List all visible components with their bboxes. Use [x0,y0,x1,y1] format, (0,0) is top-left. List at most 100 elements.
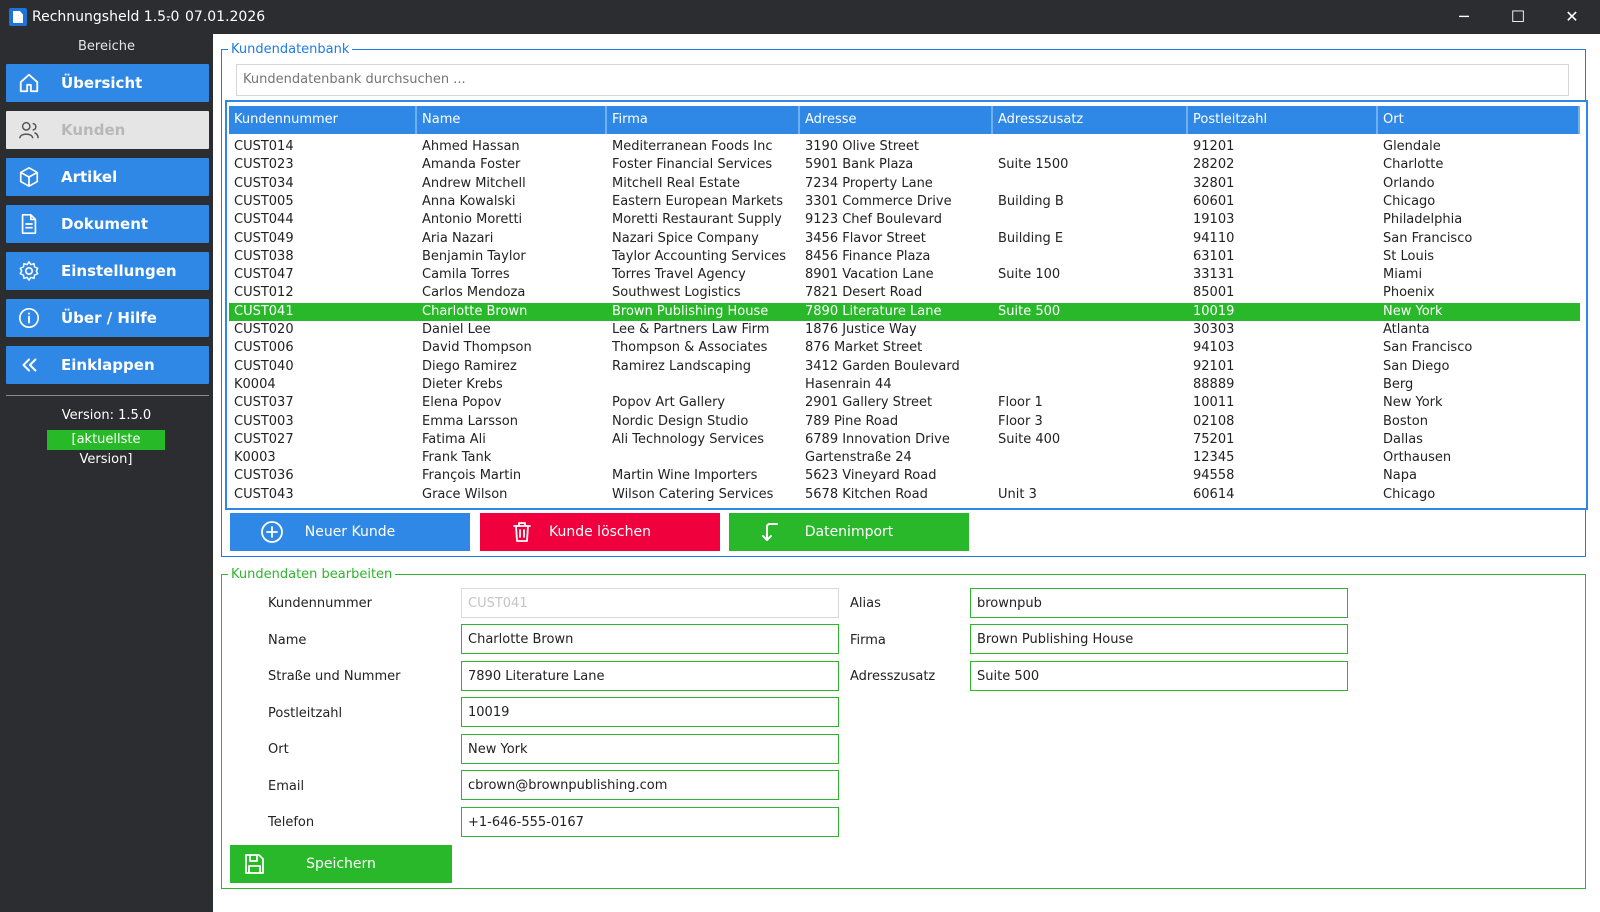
app-logo-icon [9,8,27,26]
table-cell: Andrew Mitchell [422,175,526,191]
sidebar-item-label: Kunden [61,121,126,139]
column-header-ort[interactable]: Ort [1378,106,1580,134]
column-header-adresszusatz[interactable]: Adresszusatz [993,106,1188,134]
table-row[interactable]: CUST003 Emma Larsson Nordic Design Studio 7… [229,413,1580,431]
email-input[interactable] [462,771,832,799]
table-row[interactable]: CUST047 Camila Torres Torres Travel Agency… [229,266,1580,284]
table-cell: Brown Publishing House [612,303,769,319]
table-cell: Taylor Accounting Services [612,248,787,264]
delete-customer-button[interactable]: Kunde löschen [480,513,720,551]
table-row[interactable]: CUST027 Fatima Ali Ali Technology Services… [229,431,1580,449]
adresszusatz-field [970,661,1348,691]
firma-field [970,624,1348,654]
label-adresszusatz: Adresszusatz [850,669,936,684]
table-cell: Nazari Spice Company [612,230,759,246]
table-cell: Ali Technology Services [612,431,765,447]
sidebar-item-einklappen[interactable]: Einklappen [6,346,209,384]
column-header-name[interactable]: Name [417,106,607,134]
table-row[interactable]: CUST041 Charlotte Brown Brown Publishing H… [229,302,1580,321]
sidebar-item-kunden[interactable]: Kunden [6,111,209,149]
table-cell: Daniel Lee [422,322,491,337]
table-row[interactable]: K0004 Dieter Krebs Hasenrain 44 88889 Berg [229,376,1580,394]
sidebar-item-uebersicht[interactable]: Übersicht [6,64,209,102]
table-row[interactable]: CUST020 Daniel Lee Lee & Partners Law Firm… [229,321,1580,339]
document-icon [21,214,37,234]
table-row[interactable]: CUST049 Aria Nazari Nazari Spice Company 34… [229,230,1580,248]
table-cell: Southwest Logistics [612,285,741,301]
table-cell: Orthausen [1383,450,1452,466]
data-import-button[interactable]: Datenimport [729,513,969,551]
table-cell: Anna Kowalski [422,193,516,209]
table-row[interactable]: K0003 Frank Tank Gartenstraße 24 12345 Ortha… [229,449,1580,467]
title-separator: - [166,9,172,25]
adresszusatz-input[interactable] [971,662,1341,690]
save-label: Speichern [306,856,376,872]
table-cell: Orlando [1383,175,1435,191]
postleitzahl-field [461,697,839,727]
table-cell: 88889 [1193,376,1235,392]
sidebar-item-einstellungen[interactable]: Einstellungen [6,252,209,290]
column-header-postleitzahl[interactable]: Postleitzahl [1188,106,1378,134]
column-header-firma[interactable]: Firma [607,106,800,134]
table-cell: Emma Larsson [422,413,518,429]
firma-input[interactable] [971,625,1341,653]
table-cell: CUST043 [234,486,294,502]
maximize-button[interactable]: ☐ [1492,0,1544,34]
sidebar-item-dokument[interactable]: Dokument [6,205,209,243]
table-cell: Mediterranean Foods Inc [612,139,773,154]
table-row[interactable]: CUST038 Benjamin Taylor Taylor Accounting … [229,248,1580,266]
label-telefon: Telefon [268,815,315,830]
table-row[interactable]: CUST014 Ahmed Hassan Mediterranean Foods I… [229,138,1580,156]
alias-input[interactable] [971,589,1341,617]
table-cell: Chicago [1383,193,1436,209]
users-icon [19,121,39,139]
table-cell: 60614 [1193,486,1235,502]
table-cell: Thompson & Associates [612,340,768,356]
app-window: Rechnungsheld 1.5.0 - 07.01.2026 ─ ☐ ✕ B… [0,0,1600,912]
table-cell: Fatima Ali [422,431,486,447]
sidebar-item-ueber-hilfe[interactable]: Über / Hilfe [6,299,209,337]
ort-input[interactable] [462,735,832,763]
postleitzahl-input[interactable] [462,698,832,726]
table-row[interactable]: CUST006 David Thompson Thompson & Associat… [229,339,1580,357]
table-cell: Charlotte [1383,157,1444,173]
table-cell: Elena Popov [422,395,502,411]
table-cell: 9123 Chef Boulevard [805,212,942,228]
table-row[interactable]: CUST036 François Martin Martin Wine Import… [229,467,1580,485]
table-cell: 1876 Justice Way [805,322,917,337]
table-row[interactable]: CUST043 Grace Wilson Wilson Catering Servi… [229,486,1580,504]
data-import-label: Datenimport [804,524,894,540]
table-cell: CUST012 [234,285,294,301]
table-row[interactable]: CUST005 Anna Kowalski Eastern European Mar… [229,193,1580,211]
column-header-adresse[interactable]: Adresse [800,106,993,134]
save-button[interactable]: Speichern [230,845,452,883]
table-cell: San Francisco [1383,230,1473,246]
table-row[interactable]: CUST044 Antonio Moretti Moretti Restaurant… [229,211,1580,229]
table-cell: 5678 Kitchen Road [805,486,928,502]
table-cell: Wilson Catering Services [612,486,774,502]
table-cell: Carlos Mendoza [422,285,526,301]
table-cell: 92101 [1193,358,1235,374]
table-cell: CUST038 [234,248,294,264]
close-button[interactable]: ✕ [1546,0,1598,34]
search-input[interactable] [237,65,1549,93]
table-cell: Torres Travel Agency [612,267,746,283]
column-header-kundennummer[interactable]: Kundennummer [229,106,417,134]
table-row[interactable]: CUST023 Amanda Foster Foster Financial Ser… [229,156,1580,174]
telefon-input[interactable] [462,808,832,836]
table-row[interactable]: CUST037 Elena Popov Popov Art Gallery 2901 … [229,394,1580,412]
version-status-badge: [aktuellste Version] [47,430,165,467]
minimize-button[interactable]: ─ [1438,0,1490,34]
table-cell: CUST003 [234,413,294,429]
table-cell: Ahmed Hassan [422,139,520,154]
strasse-field [461,661,839,691]
table-row[interactable]: CUST034 Andrew Mitchell Mitchell Real Esta… [229,175,1580,193]
name-input[interactable] [462,625,832,653]
table-row[interactable]: CUST012 Carlos Mendoza Southwest Logistics… [229,284,1580,302]
table-row[interactable]: CUST040 Diego Ramirez Ramirez Landscaping 3… [229,358,1580,376]
table-cell: 63101 [1193,248,1235,264]
strasse-input[interactable] [462,662,832,690]
new-customer-button[interactable]: Neuer Kunde [230,513,470,551]
sidebar-item-artikel[interactable]: Artikel [6,158,209,196]
table-cell: Benjamin Taylor [422,248,526,264]
